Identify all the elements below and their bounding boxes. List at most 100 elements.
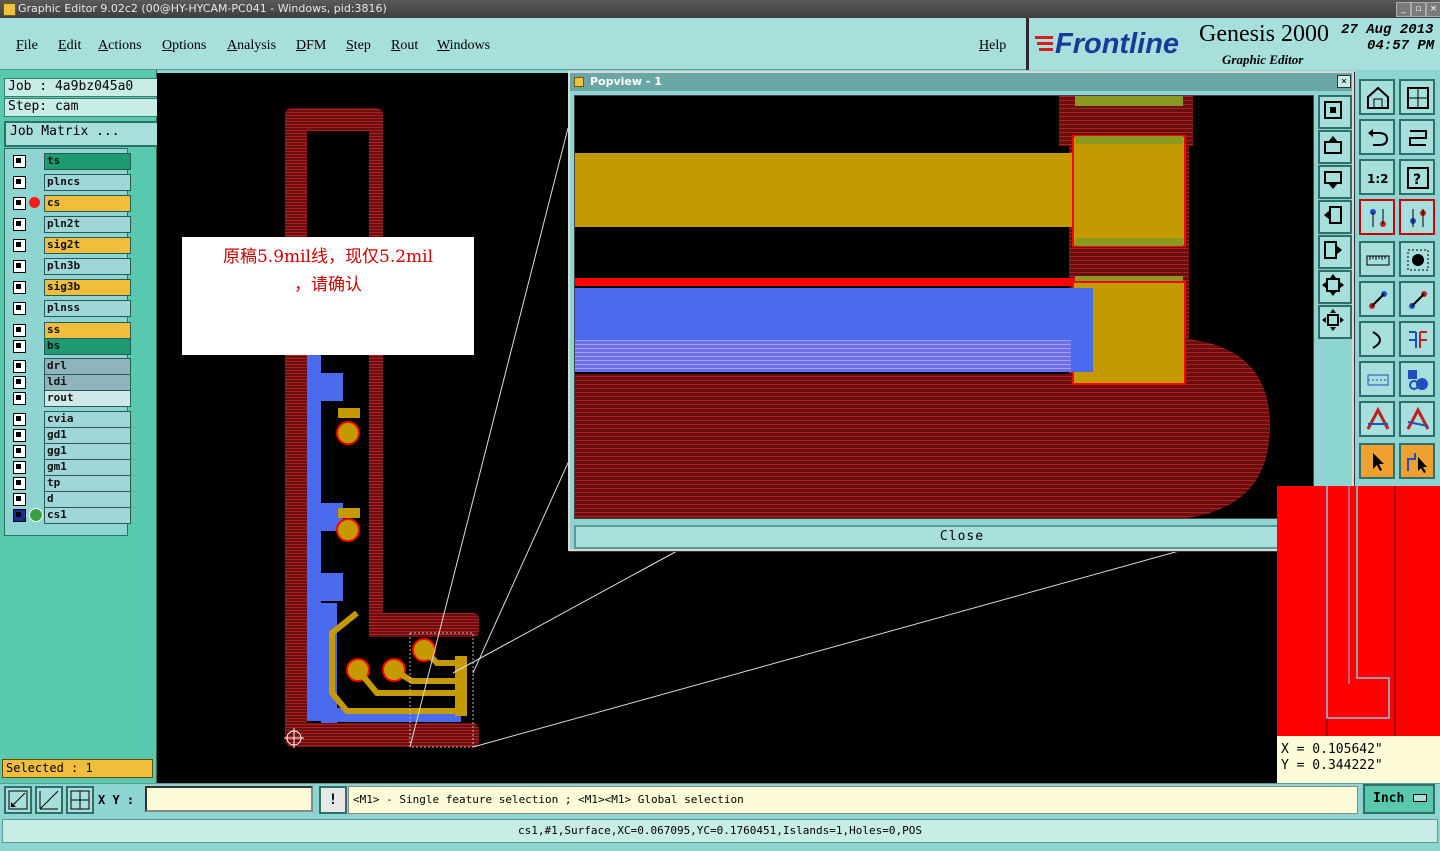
popview-left-button[interactable] [1318,200,1352,234]
scale-button[interactable]: 1:2 [1359,159,1395,195]
arc-button[interactable] [1359,321,1395,357]
select-pointer-button[interactable] [1359,443,1395,479]
minimize-button[interactable]: _ [1396,2,1411,17]
layer-checkbox[interactable] [13,218,26,231]
layer-checkbox[interactable] [13,302,26,315]
home-icon [1367,86,1389,109]
layer-row-d[interactable]: d [11,491,131,508]
close-window-button[interactable]: × [1426,2,1440,17]
layer-row-gd1[interactable]: gd1 [11,427,131,444]
home-button[interactable] [1359,79,1395,115]
zoom-window-button[interactable] [4,786,32,814]
layer-checkbox[interactable] [13,429,26,442]
query-button[interactable]: ? [1399,159,1435,195]
red-outline [575,278,1095,286]
layer-checkbox[interactable] [13,392,26,405]
menu-actions[interactable]: Actions [98,38,142,54]
grid-button[interactable] [66,786,94,814]
menu-help[interactable]: Help [979,38,1006,54]
right-toolbar: 1:2 ? [1357,73,1440,486]
line-tool-alt-button[interactable] [1399,281,1435,317]
shapes-button[interactable] [1399,361,1435,397]
menu-file[interactable]: File [16,38,38,54]
layer-row-cs1[interactable]: cs1 [11,507,131,524]
select-net-button[interactable] [1399,443,1435,479]
overview-map[interactable] [1277,486,1440,736]
popview-right-button[interactable] [1318,235,1352,269]
window-split-button[interactable] [1399,79,1435,115]
layer-checkbox[interactable] [13,376,26,389]
layer-row-tp[interactable]: tp [11,475,131,492]
menu-edit[interactable]: Edit [58,38,81,54]
popview-down-button[interactable] [1318,165,1352,199]
layer-checkbox[interactable] [13,493,26,506]
layer-checkbox[interactable] [13,360,26,373]
zoom-line [452,550,678,674]
trace-b-button[interactable] [1399,401,1435,437]
layer-checkbox[interactable] [13,155,26,168]
measure-button[interactable] [1359,241,1395,277]
menu-options[interactable]: Options [162,38,206,54]
menu-dfm[interactable]: DFM [296,38,326,54]
layer-row-sig3b[interactable]: sig3b [11,279,131,296]
layer-row-ts[interactable]: ts [11,153,131,170]
redraw-button[interactable] [1399,119,1435,155]
shapes-icon [1408,370,1428,390]
layer-checkbox[interactable] [13,260,26,273]
layer-row-cvia[interactable]: cvia [11,411,131,428]
move-button[interactable] [1359,361,1395,397]
layer-checkbox[interactable] [13,176,26,189]
layer-row-rout[interactable]: rout [11,390,131,407]
layer-row-cs[interactable]: cs [11,195,131,212]
layer-checkbox[interactable] [13,281,26,294]
layer-checkbox[interactable] [13,461,26,474]
popview-close-x-button[interactable]: × [1337,75,1351,88]
menu-rout[interactable]: Rout [391,38,418,54]
popview-canvas[interactable] [574,95,1314,519]
restore-button[interactable]: ▫ [1411,2,1426,17]
popview-close-button[interactable]: Close [574,525,1350,549]
menu-windows[interactable]: Windows [437,38,490,54]
layer-checkbox[interactable] [13,509,26,522]
layer-row-drl[interactable]: drl [11,358,131,375]
layer-row-gg1[interactable]: gg1 [11,443,131,460]
layer-row-sig2t[interactable]: sig2t [11,237,131,254]
trace-a-icon [1366,407,1390,430]
layer-checkbox[interactable] [13,340,26,353]
layer-row-plnss[interactable]: plnss [11,300,131,317]
layer-checkbox[interactable] [13,413,26,426]
layer-row-pln2t[interactable]: pln2t [11,216,131,233]
layer-name: pln3b [44,258,131,275]
pad-button[interactable] [1399,241,1435,277]
snap-alt-icon [1410,209,1426,227]
line-tool-icon [1369,291,1387,309]
flip-button[interactable] [1399,321,1435,357]
snap-button[interactable] [1359,199,1395,235]
measure-tool-button[interactable] [35,786,63,814]
undo-zoom-button[interactable] [1359,119,1395,155]
layer-checkbox[interactable] [13,477,26,490]
popview-pan-button[interactable] [1318,305,1352,339]
layer-row-ldi[interactable]: ldi [11,374,131,391]
layer-checkbox[interactable] [13,197,26,210]
layer-row-gm1[interactable]: gm1 [11,459,131,476]
trace-a-button[interactable] [1359,401,1395,437]
layer-checkbox[interactable] [13,445,26,458]
layer-row-ss[interactable]: ss [11,322,131,339]
layer-checkbox[interactable] [13,324,26,337]
xy-input[interactable] [145,786,313,812]
warning-button[interactable]: ! [319,786,347,814]
layer-checkbox[interactable] [13,239,26,252]
snap-alt-button[interactable] [1399,199,1435,235]
line-tool-button[interactable] [1359,281,1395,317]
units-selector[interactable]: Inch [1363,784,1435,814]
popview-zoom-in-button[interactable] [1318,95,1352,129]
menu-step[interactable]: Step [346,38,371,54]
layer-row-plncs[interactable]: plncs [11,174,131,191]
popview-fit-button[interactable] [1318,270,1352,304]
job-matrix-button[interactable]: Job Matrix ... [4,121,161,147]
popview-up-button[interactable] [1318,130,1352,164]
menu-analysis[interactable]: Analysis [227,38,276,54]
layer-row-pln3b[interactable]: pln3b [11,258,131,275]
layer-row-bs[interactable]: bs [11,338,131,355]
